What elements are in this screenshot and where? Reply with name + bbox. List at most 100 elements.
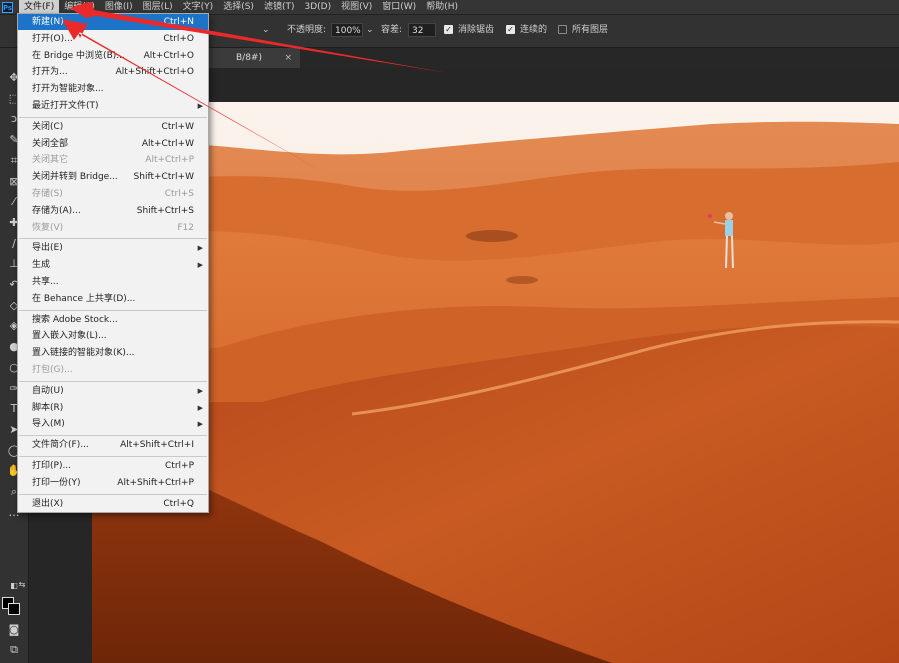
menu-item-label: 关闭全部	[32, 138, 69, 149]
menu-item-shortcut: Alt+Shift+Ctrl+I	[120, 440, 194, 451]
menu-window[interactable]: 窗口(W)	[377, 0, 421, 14]
file-menu-item[interactable]: 共享...	[18, 274, 208, 290]
file-menu-item[interactable]: 关闭其它 Alt+Ctrl+P	[18, 152, 208, 168]
dropdown-caret-icon[interactable]: ⌄	[262, 23, 270, 37]
menu-item-label: 共享...	[32, 277, 59, 287]
file-menu-item[interactable]: 新建(N)... Ctrl+N	[18, 14, 208, 30]
menu-item-label: 置入链接的智能对象(K)...	[32, 348, 135, 359]
menu-separator	[19, 116, 207, 118]
contiguous-label: 连续的	[520, 25, 548, 35]
menu-layer[interactable]: 图层(L)	[138, 0, 178, 14]
quick-mask-icon[interactable]: ◙	[4, 622, 24, 638]
menu-item-label: 打开为...	[32, 67, 68, 78]
menu-item-shortcut: Ctrl+O	[163, 33, 194, 44]
file-menu-item[interactable]: 关闭(C) Ctrl+W	[18, 119, 208, 135]
submenu-arrow-icon: ▶	[197, 102, 203, 110]
menu-item-label: 文件简介(F)...	[32, 440, 89, 451]
opacity-input[interactable]: 100%	[331, 23, 363, 37]
menu-item-label: 打开为智能对象...	[32, 84, 104, 95]
file-menu-item[interactable]: 文件简介(F)... Alt+Shift+Ctrl+I	[18, 437, 208, 453]
menu-item-label: 导入(M)	[32, 419, 65, 430]
file-menu-item[interactable]: 导出(E) ▶	[18, 240, 208, 256]
document-tab-label: B/8#)	[236, 53, 262, 63]
menu-item-label: 恢复(V)	[32, 222, 64, 233]
submenu-arrow-icon: ▶	[197, 403, 203, 412]
menu-help[interactable]: 帮助(H)	[421, 0, 463, 14]
file-menu-item[interactable]: 打包(G)...	[18, 362, 208, 378]
file-menu-item[interactable]: 导入(M) ▶	[18, 416, 208, 432]
menu-item-label: 打印(P)...	[32, 461, 72, 471]
background-color-swatch[interactable]	[8, 603, 20, 615]
contiguous-checkbox[interactable]: ✓	[506, 25, 515, 34]
menu-view[interactable]: 视图(V)	[336, 0, 377, 14]
document-tab[interactable]: B/8#) ×	[208, 48, 300, 68]
file-menu-item[interactable]: 存储为(A)... Shift+Ctrl+S	[18, 203, 208, 219]
menu-3d[interactable]: 3D(D)	[299, 0, 336, 14]
menu-item-shortcut: Alt+Shift+Ctrl+P	[117, 477, 194, 488]
menu-select[interactable]: 选择(S)	[218, 0, 259, 14]
menu-item-label: 关闭(C)	[32, 121, 64, 132]
menu-item-shortcut: Ctrl+W	[161, 121, 194, 132]
file-menu-item[interactable]: 恢复(V) F12	[18, 220, 208, 236]
menu-type[interactable]: 文字(Y)	[178, 0, 219, 14]
menu-item-label: 打开(O)...	[32, 33, 73, 44]
menu-separator	[19, 493, 207, 495]
file-menu-item[interactable]: 打印(P)... Ctrl+P	[18, 458, 208, 474]
submenu-arrow-icon: ▶	[197, 244, 203, 253]
tolerance-label: 容差:	[381, 25, 403, 35]
photoshop-logo-icon: Ps	[2, 1, 13, 13]
close-icon[interactable]: ×	[284, 48, 292, 68]
opacity-label: 不透明度:	[287, 25, 327, 35]
file-menu-item[interactable]: 打开(O)... Ctrl+O	[18, 31, 208, 47]
menu-item-shortcut: Alt+Ctrl+O	[143, 50, 194, 61]
file-menu-item[interactable]: 打开为智能对象...	[18, 81, 208, 97]
menu-separator	[19, 309, 207, 311]
menu-item-label: 在 Behance 上共享(D)...	[32, 293, 136, 304]
submenu-arrow-icon: ▶	[197, 420, 203, 429]
menu-item-shortcut: F12	[177, 222, 194, 233]
antialias-label: 消除锯齿	[458, 25, 495, 35]
menu-item-shortcut: Ctrl+Q	[163, 498, 194, 509]
document-canvas[interactable]	[92, 102, 899, 663]
menu-item-label: 脚本(R)	[32, 402, 64, 413]
menu-item-label: 关闭并转到 Bridge...	[32, 172, 118, 183]
menu-item-shortcut: Alt+Shift+Ctrl+O	[115, 67, 194, 78]
file-menu-item[interactable]: 自动(U) ▶	[18, 383, 208, 399]
file-menu-item[interactable]: 关闭并转到 Bridge... Shift+Ctrl+W	[18, 169, 208, 185]
menu-separator	[19, 435, 207, 437]
menu-item-label: 存储(S)	[32, 189, 63, 199]
menu-image[interactable]: 图像(I)	[100, 0, 138, 14]
file-menu-item[interactable]: 存储(S) Ctrl+S	[18, 186, 208, 202]
file-menu-item[interactable]: 在 Bridge 中浏览(B)... Alt+Ctrl+O	[18, 48, 208, 64]
all-layers-checkbox[interactable]	[558, 25, 567, 34]
opacity-dropdown-icon[interactable]: ⌄	[366, 23, 374, 37]
menu-item-label: 关闭其它	[32, 155, 69, 166]
file-menu-item[interactable]: 打开为... Alt+Shift+Ctrl+O	[18, 64, 208, 80]
menu-separator	[19, 380, 207, 382]
file-menu-item[interactable]: 脚本(R) ▶	[18, 400, 208, 416]
submenu-arrow-icon: ▶	[197, 261, 203, 270]
file-menu-item[interactable]: 生成 ▶	[18, 257, 208, 273]
file-menu-item[interactable]: 置入链接的智能对象(K)...	[18, 345, 208, 361]
menu-item-shortcut: Ctrl+N	[163, 17, 194, 27]
menu-item-label: 退出(X)	[32, 498, 64, 509]
file-menu-item[interactable]: 最近打开文件(T) ▶	[18, 98, 208, 114]
file-menu-item[interactable]: 在 Behance 上共享(D)...	[18, 291, 208, 307]
menu-file[interactable]: 文件(F)	[19, 0, 60, 14]
menu-edit[interactable]: 编辑(E)	[59, 0, 100, 14]
menu-filter[interactable]: 滤镜(T)	[259, 0, 300, 14]
menu-item-shortcut: Shift+Ctrl+S	[136, 205, 194, 216]
all-layers-label: 所有图层	[572, 25, 609, 35]
screen-mode-icon[interactable]: ⧉	[4, 642, 24, 658]
file-menu-item[interactable]: 打印一份(Y) Alt+Shift+Ctrl+P	[18, 475, 208, 491]
file-menu-item[interactable]: 退出(X) Ctrl+Q	[18, 496, 208, 512]
menu-item-label: 导出(E)	[32, 243, 63, 254]
file-menu-item[interactable]: 置入嵌入对象(L)...	[18, 328, 208, 344]
menu-item-shortcut: Ctrl+P	[165, 461, 194, 471]
file-menu-item[interactable]: 搜索 Adobe Stock...	[18, 312, 208, 328]
menu-item-label: 置入嵌入对象(L)...	[32, 331, 107, 342]
tolerance-input[interactable]: 32	[408, 23, 436, 37]
antialias-checkbox[interactable]: ✓	[444, 25, 453, 34]
file-menu-item[interactable]: 关闭全部 Alt+Ctrl+W	[18, 136, 208, 152]
menu-item-shortcut: Ctrl+S	[164, 189, 194, 199]
